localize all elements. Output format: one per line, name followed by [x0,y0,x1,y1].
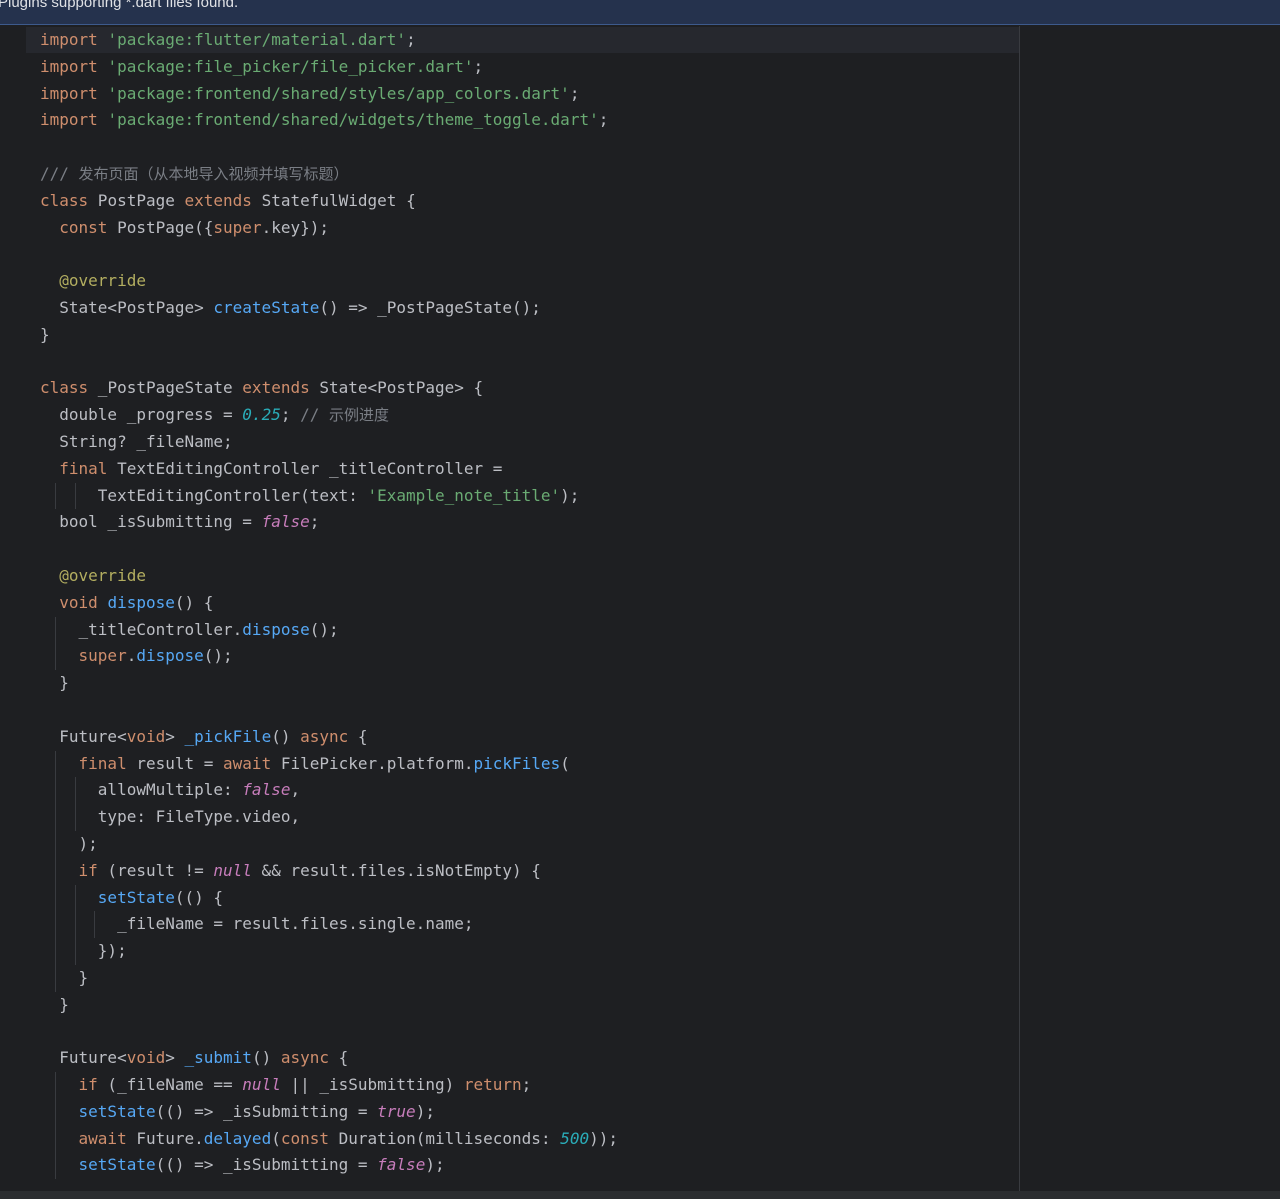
indent-guide [94,911,95,939]
code-line: await Future.delayed(const Duration(mill… [40,1125,618,1153]
code-line: void dispose() { [59,592,214,612]
right-margin-guide [1019,26,1020,1191]
code-line: class PostPage extends StatefulWidget { [40,190,416,210]
code-editor[interactable]: import 'package:flutter/material.dart'; … [0,26,1280,1199]
indent-guide [75,482,76,510]
code-line: } [40,964,618,992]
code-line: @override [59,271,146,291]
indent-guide [55,1072,56,1099]
indent-guide [55,482,56,510]
code-line: @override [59,565,146,585]
code-line: _fileName = result.files.single.name; [40,911,618,939]
code-line: class _PostPageState extends State<PostP… [40,378,484,398]
code-line: import 'package:file_picker/file_picker.… [40,56,484,76]
indent-guide [75,938,76,965]
indent-guide [55,911,56,939]
indent-guide [55,1152,56,1180]
code-line: import 'package:frontend/shared/widgets/… [40,110,609,130]
code-line: String? _fileName; [40,431,233,451]
code-line: type: FileType.video, [40,804,618,831]
code-content[interactable]: import 'package:flutter/material.dart'; … [40,27,618,1180]
indent-guide [55,938,56,965]
code-line: if (result != null && result.files.isNot… [40,857,618,885]
indent-guide [55,804,56,831]
code-line: _titleController.dispose(); [40,616,618,644]
indent-guide [55,643,56,671]
code-line: Future<void> _pickFile() async { [40,726,368,746]
code-line: double _progress = 0.25; // 示例进度 [40,405,390,425]
code-line: TextEditingController(text: 'Example_not… [40,482,618,510]
code-line: setState(() { [40,884,618,912]
editor-gutter[interactable] [0,26,26,1199]
code-line: } [40,673,69,693]
code-line: if (_fileName == null || _isSubmitting) … [40,1072,618,1099]
code-line: final result = await FilePicker.platform… [40,750,618,778]
indent-guide [55,750,56,778]
horizontal-scrollbar[interactable] [0,1191,1280,1199]
code-line: State<PostPage> createState() => _PostPa… [40,297,541,317]
indent-guide [75,884,76,912]
indent-guide [75,777,76,805]
indent-guide [75,911,76,939]
indent-guide [55,964,56,992]
indent-guide [55,616,56,644]
code-line: final TextEditingController _titleContro… [59,458,503,478]
code-line: allowMultiple: false, [40,777,618,805]
indent-guide [55,830,56,858]
indent-guide [55,1098,56,1126]
indent-guide [55,884,56,912]
code-line: ); [40,830,618,858]
plugin-suggestion-text: Plugins supporting *.dart files found. [0,0,239,11]
code-line: } [40,324,50,344]
code-line: Future<void> _submit() async { [40,1048,349,1068]
indent-guide [55,1125,56,1153]
code-line: }); [40,938,618,965]
indent-guide [55,777,56,805]
code-line: /// 发布页面（从本地导入视频并填写标题） [40,163,349,183]
indent-guide [55,857,56,885]
code-line: setState(() => _isSubmitting = true); [40,1098,618,1126]
code-line: } [40,994,69,1014]
plugin-suggestion-banner[interactable]: Plugins supporting *.dart files found. [0,0,1280,25]
indent-guide [75,804,76,831]
code-line: const PostPage({super.key}); [59,217,330,237]
code-line: setState(() => _isSubmitting = false); [40,1152,618,1180]
code-line: import 'package:flutter/material.dart'; [40,30,416,49]
code-line: bool _isSubmitting = false; [40,512,320,532]
code-line: import 'package:frontend/shared/styles/a… [40,83,580,103]
code-line: super.dispose(); [40,643,618,671]
